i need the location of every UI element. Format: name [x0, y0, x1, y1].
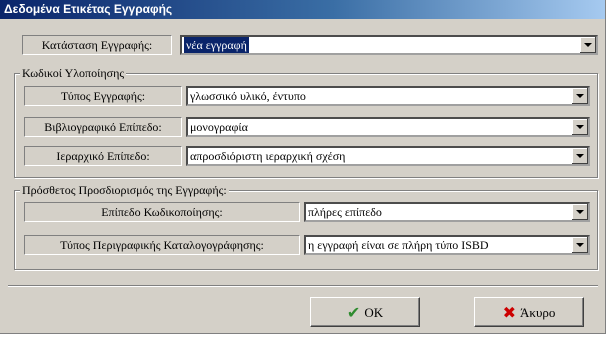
- hierarchical-level-label: Ιεραρχικό Επίπεδο:: [24, 146, 182, 166]
- chevron-down-icon[interactable]: [579, 37, 596, 53]
- checkmark-icon: ✔: [346, 303, 361, 323]
- chevron-down-icon[interactable]: [571, 237, 588, 253]
- descriptive-cataloging-label: Τύπος Περιγραφικής Καταλογογράφησης:: [24, 235, 300, 255]
- ok-button[interactable]: ✔ OK: [310, 297, 420, 327]
- coded-group-title: Κωδικοί Υλοποίησης: [20, 66, 127, 80]
- chevron-down-icon[interactable]: [571, 204, 588, 220]
- encoding-level-value: πλήρες επίπεδο: [308, 205, 382, 219]
- record-status-label: Κατάσταση Εγγραφής:: [22, 35, 172, 55]
- bibliographic-level-label: Βιβλιογραφικό Επίπεδο:: [24, 117, 182, 137]
- bibliographic-level-select[interactable]: μονογραφία: [186, 117, 590, 137]
- encoding-level-select[interactable]: πλήρες επίπεδο: [304, 202, 590, 222]
- record-status-value: νέα εγγραφή: [184, 37, 249, 53]
- chevron-down-icon[interactable]: [571, 119, 588, 135]
- hierarchical-level-value: απροσδιόριστη ιεραρχική σχέση: [190, 149, 346, 163]
- button-separator: [8, 285, 598, 287]
- record-type-label: Τύπος Εγγραφής:: [24, 86, 182, 106]
- extra-group-title: Πρόσθετος Προσδιορισμός της Εγγραφής:: [20, 183, 229, 197]
- record-status-select[interactable]: νέα εγγραφή: [180, 35, 598, 55]
- record-type-value: γλωσσικό υλικό, έντυπο: [190, 89, 306, 103]
- ok-button-label: OK: [364, 305, 384, 321]
- bibliographic-level-value: μονογραφία: [190, 120, 248, 134]
- dialog-window: Δεδομένα Ετικέτας Εγγραφής Κατάσταση Εγγ…: [0, 0, 606, 334]
- chevron-down-icon[interactable]: [571, 88, 588, 104]
- chevron-down-icon[interactable]: [571, 148, 588, 164]
- cancel-button-label: Άκυρο: [520, 305, 556, 321]
- cancel-button[interactable]: ✖ Άκυρο: [474, 297, 584, 327]
- window-title: Δεδομένα Ετικέτας Εγγραφής: [0, 0, 605, 19]
- record-type-select[interactable]: γλωσσικό υλικό, έντυπο: [186, 86, 590, 106]
- descriptive-cataloging-select[interactable]: η εγγραφή είναι σε πλήρη τύπο ISBD: [304, 235, 590, 255]
- hierarchical-level-select[interactable]: απροσδιόριστη ιεραρχική σχέση: [186, 146, 590, 166]
- encoding-level-label: Επίπεδο Κωδικοποίησης:: [24, 202, 300, 222]
- cancel-x-icon: ✖: [502, 303, 517, 323]
- descriptive-cataloging-value: η εγγραφή είναι σε πλήρη τύπο ISBD: [308, 238, 489, 252]
